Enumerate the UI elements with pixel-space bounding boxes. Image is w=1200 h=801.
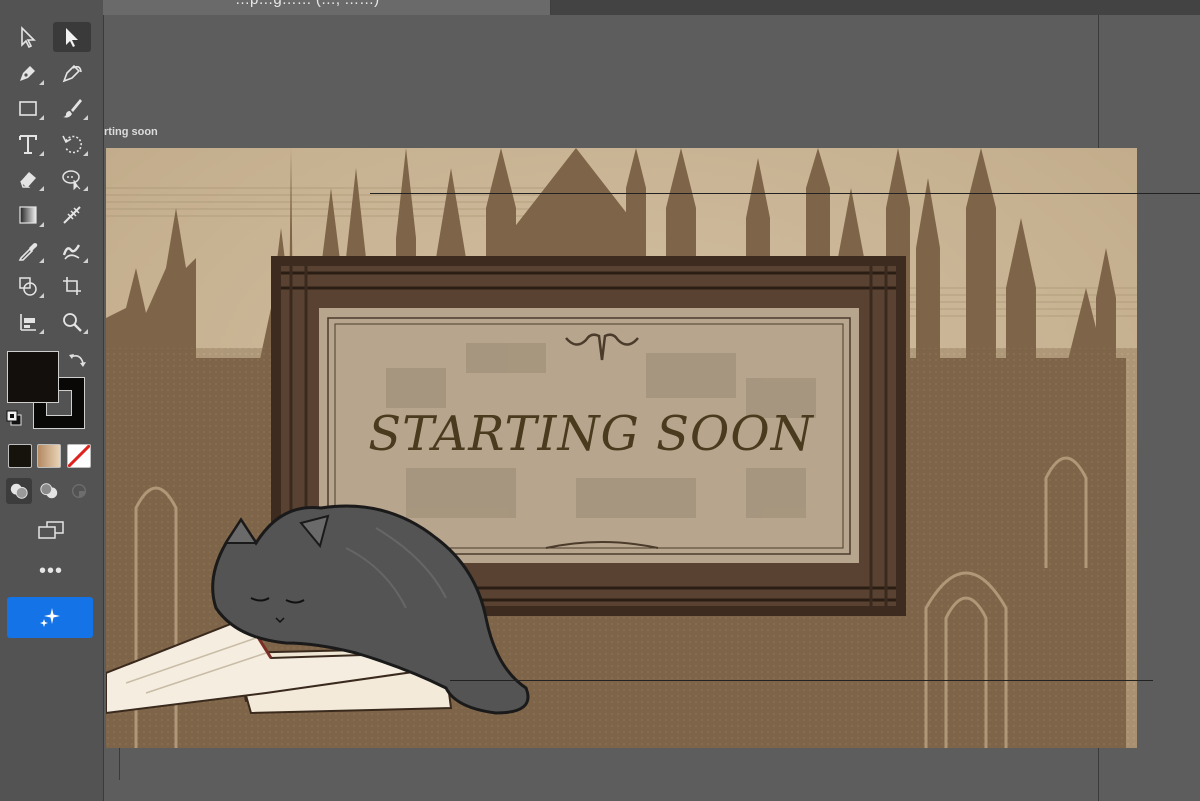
draw-normal-icon bbox=[10, 483, 28, 499]
puppet-warp-tool[interactable] bbox=[53, 164, 91, 194]
curvature-icon bbox=[62, 64, 82, 83]
eyedropper-tool[interactable] bbox=[9, 236, 47, 266]
eyedropper-icon bbox=[18, 243, 38, 261]
draw-normal-button[interactable] bbox=[6, 478, 32, 504]
gradient-tool[interactable] bbox=[9, 200, 47, 230]
draw-inside-icon bbox=[71, 483, 87, 499]
generative-ai-button[interactable] bbox=[7, 597, 93, 638]
shape-builder-icon bbox=[19, 277, 37, 296]
guide-line-top bbox=[370, 193, 1200, 194]
shape-builder-tool[interactable] bbox=[9, 271, 47, 301]
gradient-icon bbox=[19, 206, 37, 224]
document-tab[interactable]: …p…g…… (…, ……) bbox=[103, 0, 551, 15]
draw-inside-button[interactable] bbox=[66, 478, 92, 504]
graph-tool[interactable] bbox=[9, 307, 47, 337]
curvature-tool[interactable] bbox=[53, 58, 91, 88]
artboard-tool[interactable] bbox=[53, 271, 91, 301]
none-mode-button[interactable] bbox=[67, 444, 91, 468]
default-colors-icon[interactable] bbox=[5, 409, 23, 427]
selection-tool[interactable] bbox=[53, 22, 91, 52]
blend-tool[interactable] bbox=[53, 236, 91, 266]
rectangle-icon bbox=[19, 101, 37, 116]
starting-soon-title: STARTING SOON bbox=[368, 406, 814, 462]
artboard-icon bbox=[63, 277, 81, 295]
document-tab-title: …p…g…… (…, ……) bbox=[235, 0, 379, 8]
screen-mode-button[interactable] bbox=[31, 515, 71, 545]
gradient-mode-button[interactable] bbox=[37, 444, 61, 468]
zoom-icon bbox=[63, 313, 82, 332]
mesh-icon bbox=[63, 206, 81, 224]
direct-selection-tool[interactable] bbox=[9, 22, 47, 52]
zoom-tool[interactable] bbox=[53, 307, 91, 337]
draw-behind-button[interactable] bbox=[36, 478, 62, 504]
none-slash-icon bbox=[68, 445, 90, 467]
paintbrush-tool[interactable] bbox=[53, 93, 91, 123]
sparkle-icon bbox=[40, 607, 60, 627]
pen-icon bbox=[20, 66, 35, 81]
color-mode-button[interactable] bbox=[8, 444, 32, 468]
guide-line-bottom bbox=[450, 680, 1153, 681]
eraser-tool[interactable] bbox=[9, 164, 47, 194]
mesh-tool[interactable] bbox=[53, 200, 91, 230]
type-tool[interactable] bbox=[9, 129, 47, 159]
edit-toolbar-button[interactable]: ••• bbox=[27, 561, 75, 587]
selection-icon bbox=[66, 28, 78, 47]
tools-panel: ••• bbox=[0, 0, 104, 801]
blend-icon bbox=[62, 244, 81, 260]
artboard-canvas[interactable]: STARTING SOON bbox=[106, 148, 1137, 748]
puppet-warp-icon bbox=[62, 170, 81, 190]
direct-selection-icon bbox=[21, 26, 36, 48]
paintbrush-icon bbox=[63, 99, 82, 118]
fill-color-swatch[interactable] bbox=[7, 351, 59, 403]
rotate-tool[interactable] bbox=[53, 129, 91, 159]
type-icon bbox=[19, 135, 37, 154]
rectangle-tool[interactable] bbox=[9, 93, 47, 123]
screen-mode-icon bbox=[38, 521, 64, 539]
swap-fill-stroke-icon[interactable] bbox=[68, 351, 88, 369]
artboard-name-label[interactable]: rting soon bbox=[104, 126, 158, 138]
graph-icon bbox=[20, 314, 36, 331]
draw-behind-icon bbox=[40, 483, 58, 499]
pen-tool[interactable] bbox=[9, 58, 47, 88]
eraser-icon bbox=[20, 172, 36, 188]
rotate-icon bbox=[62, 135, 82, 154]
